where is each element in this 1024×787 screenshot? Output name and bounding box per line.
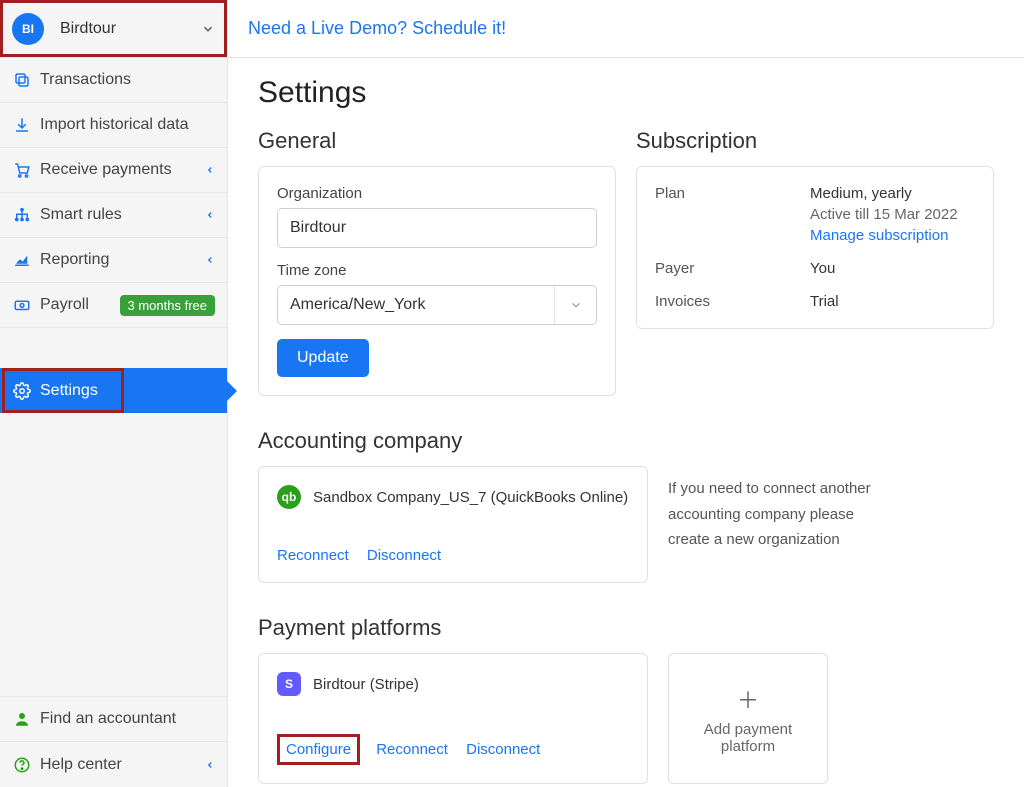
section-general-heading: General <box>258 128 616 154</box>
sidebar-item-label: Receive payments <box>40 161 205 179</box>
payment-configure-link[interactable]: Configure <box>286 741 351 758</box>
content: Settings General Organization Time zone … <box>228 58 1024 787</box>
sidebar-item-payroll[interactable]: Payroll 3 months free <box>0 283 227 328</box>
sidebar-item-settings[interactable]: Settings <box>0 368 227 413</box>
chevron-left-icon <box>205 210 215 220</box>
org-name: Birdtour <box>60 20 201 38</box>
sidebar-item-transactions[interactable]: Transactions <box>0 58 227 103</box>
sidebar-item-label: Settings <box>40 382 215 400</box>
plan-label: Plan <box>655 185 810 244</box>
accounting-side-text: If you need to connect another accountin… <box>668 466 878 583</box>
accounting-company-name: Sandbox Company_US_7 (QuickBooks Online) <box>313 489 628 506</box>
section-accounting-heading: Accounting company <box>258 428 994 454</box>
section-subscription-heading: Subscription <box>636 128 994 154</box>
section-payment-heading: Payment platforms <box>258 615 994 641</box>
quickbooks-icon: qb <box>277 485 301 509</box>
payment-disconnect-link[interactable]: Disconnect <box>466 741 540 758</box>
subscription-card: Plan Medium, yearly Active till 15 Mar 2… <box>636 166 994 329</box>
gear-icon <box>12 382 32 400</box>
sidebar-item-help[interactable]: Help center <box>0 742 227 787</box>
user-icon <box>12 710 32 728</box>
sidebar-item-label: Smart rules <box>40 206 205 224</box>
timezone-value: America/New_York <box>290 296 425 314</box>
stripe-icon: S <box>277 672 301 696</box>
add-payment-label: Add payment platform <box>679 721 817 755</box>
chart-area-icon <box>12 251 32 269</box>
nav-list-bottom: Find an accountant Help center <box>0 696 227 787</box>
sidebar-item-label: Transactions <box>40 71 215 89</box>
sidebar-item-label: Import historical data <box>40 116 215 134</box>
copy-icon <box>12 71 32 89</box>
update-button[interactable]: Update <box>277 339 369 377</box>
sitemap-icon <box>12 206 32 224</box>
accounting-card: qb Sandbox Company_US_7 (QuickBooks Onli… <box>258 466 648 583</box>
tz-label: Time zone <box>277 262 597 279</box>
manage-subscription-link[interactable]: Manage subscription <box>810 227 948 244</box>
schedule-demo-link[interactable]: Need a Live Demo? Schedule it! <box>248 18 506 39</box>
chevron-left-icon <box>205 760 215 770</box>
sidebar-item-smart-rules[interactable]: Smart rules <box>0 193 227 238</box>
chevron-left-icon <box>205 165 215 175</box>
invoices-label: Invoices <box>655 293 810 310</box>
chevron-down-icon <box>201 22 215 36</box>
sidebar-item-label: Reporting <box>40 251 205 269</box>
nav-list-settings: Settings <box>0 368 227 413</box>
chevron-left-icon <box>205 255 215 265</box>
org-label: Organization <box>277 185 597 202</box>
organization-input[interactable] <box>277 208 597 248</box>
page-title: Settings <box>258 76 994 110</box>
payroll-badge: 3 months free <box>120 295 216 316</box>
chevron-down-icon <box>554 286 596 324</box>
sidebar: BI Birdtour Transactions Import historic… <box>0 0 228 787</box>
sidebar-item-label: Payroll <box>40 296 120 314</box>
plan-value: Medium, yearly <box>810 185 975 202</box>
org-switcher[interactable]: BI Birdtour <box>0 0 227 58</box>
timezone-select[interactable]: America/New_York <box>277 285 597 325</box>
plan-status: Active till 15 Mar 2022 <box>810 206 975 223</box>
cart-icon <box>12 161 32 179</box>
download-icon <box>12 116 32 134</box>
help-icon <box>12 756 32 774</box>
payment-reconnect-link[interactable]: Reconnect <box>376 741 448 758</box>
money-icon <box>12 296 32 314</box>
sidebar-item-label: Find an accountant <box>40 710 215 728</box>
highlight-box: Configure <box>277 734 360 765</box>
topbar: Need a Live Demo? Schedule it! <box>228 0 1024 58</box>
sidebar-item-receive-payments[interactable]: Receive payments <box>0 148 227 193</box>
add-payment-platform-button[interactable]: ＋ Add payment platform <box>668 653 828 784</box>
general-card: Organization Time zone America/New_York … <box>258 166 616 396</box>
org-avatar: BI <box>12 13 44 45</box>
accounting-disconnect-link[interactable]: Disconnect <box>367 547 441 564</box>
payment-platform-name: Birdtour (Stripe) <box>313 676 419 693</box>
payer-value: You <box>810 260 975 277</box>
invoices-value: Trial <box>810 293 975 310</box>
sidebar-item-label: Help center <box>40 756 205 774</box>
payer-label: Payer <box>655 260 810 277</box>
sidebar-item-find-accountant[interactable]: Find an accountant <box>0 697 227 742</box>
nav-list: Transactions Import historical data Rece… <box>0 58 227 328</box>
sidebar-item-import[interactable]: Import historical data <box>0 103 227 148</box>
main: Need a Live Demo? Schedule it! Settings … <box>228 0 1024 787</box>
sidebar-item-reporting[interactable]: Reporting <box>0 238 227 283</box>
accounting-reconnect-link[interactable]: Reconnect <box>277 547 349 564</box>
payment-card: S Birdtour (Stripe) Configure Reconnect … <box>258 653 648 784</box>
plus-icon: ＋ <box>737 683 759 715</box>
